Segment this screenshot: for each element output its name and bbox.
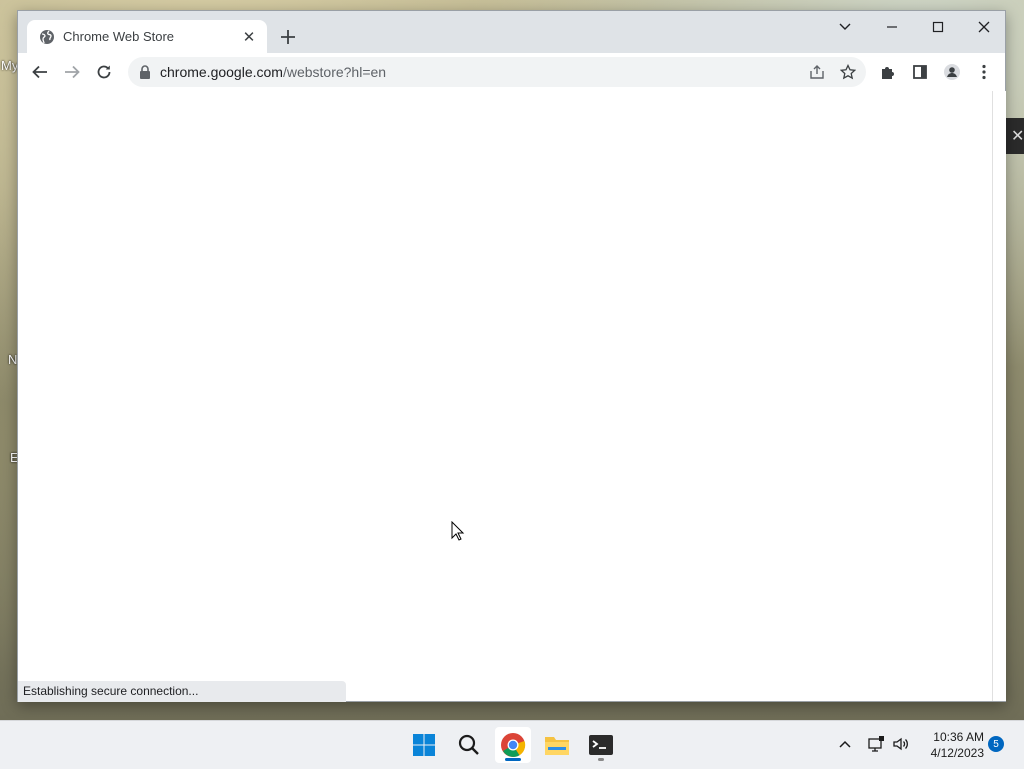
star-icon xyxy=(840,64,856,80)
close-window-button[interactable] xyxy=(961,11,1007,43)
taskbar-file-explorer[interactable] xyxy=(539,727,575,763)
chevron-down-icon xyxy=(839,23,851,30)
vertical-scrollbar[interactable] xyxy=(992,91,1006,701)
volume-button[interactable] xyxy=(891,734,911,754)
windows-logo-icon xyxy=(413,734,435,756)
kebab-menu-icon xyxy=(982,64,986,80)
terminal-icon xyxy=(589,735,613,755)
clock-date: 4/12/2023 xyxy=(930,746,984,760)
start-button[interactable] xyxy=(406,727,442,763)
arrow-right-icon xyxy=(65,65,80,79)
clock[interactable]: 10:36 AM 4/12/2023 xyxy=(918,729,984,761)
chrome-icon xyxy=(501,733,526,757)
lock-icon[interactable] xyxy=(138,64,152,80)
url-host: chrome.google.com xyxy=(160,64,283,80)
side-panel-button[interactable] xyxy=(906,58,934,86)
profile-icon xyxy=(944,64,960,80)
network-icon xyxy=(868,736,884,752)
share-button[interactable] xyxy=(806,61,828,83)
extensions-button[interactable] xyxy=(874,58,902,86)
new-tab-button[interactable] xyxy=(276,25,300,49)
chrome-menu-button[interactable] xyxy=(970,58,998,86)
desktop-icon-label: N xyxy=(8,352,18,367)
side-panel-icon xyxy=(913,65,927,79)
reload-icon xyxy=(97,65,111,79)
minimize-button[interactable] xyxy=(869,11,915,43)
back-button[interactable] xyxy=(26,58,54,86)
tab-title: Chrome Web Store xyxy=(63,29,175,44)
url-path: /webstore?hl=en xyxy=(282,64,387,80)
url-text[interactable]: chrome.google.com/webstore?hl=en xyxy=(160,64,386,80)
chevron-up-icon xyxy=(839,740,851,748)
maximize-button[interactable] xyxy=(915,11,961,43)
puzzle-icon xyxy=(882,67,894,79)
speaker-icon xyxy=(893,737,908,751)
show-hidden-icons-button[interactable] xyxy=(835,734,855,754)
minimize-icon xyxy=(887,26,897,28)
status-bubble: Establishing secure connection... xyxy=(18,681,346,702)
forward-button[interactable] xyxy=(58,58,86,86)
notification-badge[interactable]: 5 xyxy=(988,736,1004,752)
background-window-edge: ✕ xyxy=(1006,118,1024,154)
plus-icon xyxy=(281,30,295,44)
running-app-indicator xyxy=(598,758,604,761)
tab-search-button[interactable] xyxy=(822,11,868,43)
close-icon[interactable]: ✕ xyxy=(1011,126,1024,146)
share-icon xyxy=(810,65,824,79)
globe-icon xyxy=(40,29,54,44)
taskbar-chrome[interactable] xyxy=(495,727,531,763)
bookmark-button[interactable] xyxy=(837,61,859,83)
page-content[interactable] xyxy=(18,91,992,701)
profile-button[interactable] xyxy=(938,58,966,86)
search-button[interactable] xyxy=(451,727,487,763)
close-icon xyxy=(978,21,990,33)
active-app-indicator xyxy=(505,758,521,761)
clock-time: 10:36 AM xyxy=(933,730,984,744)
mouse-cursor-icon xyxy=(451,521,465,541)
browser-toolbar: chrome.google.com/webstore?hl=en xyxy=(18,53,1005,92)
folder-icon xyxy=(545,737,569,755)
search-icon xyxy=(458,734,479,755)
taskbar: 10:36 AM 4/12/2023 5 xyxy=(0,720,1024,769)
tab-strip: Chrome Web Store ✕ xyxy=(18,11,1005,53)
arrow-left-icon xyxy=(32,65,47,79)
reload-button[interactable] xyxy=(90,58,118,86)
tab-close-icon[interactable]: ✕ xyxy=(239,27,259,47)
maximize-icon xyxy=(932,21,944,33)
browser-window: Chrome Web Store ✕ chrome.google.com/web… xyxy=(17,10,1006,702)
desktop-icon-label: My xyxy=(1,58,19,73)
tab-chrome-web-store[interactable]: Chrome Web Store ✕ xyxy=(27,20,267,53)
address-bar[interactable]: chrome.google.com/webstore?hl=en xyxy=(128,57,866,87)
network-button[interactable] xyxy=(866,734,886,754)
taskbar-terminal[interactable] xyxy=(583,727,619,763)
